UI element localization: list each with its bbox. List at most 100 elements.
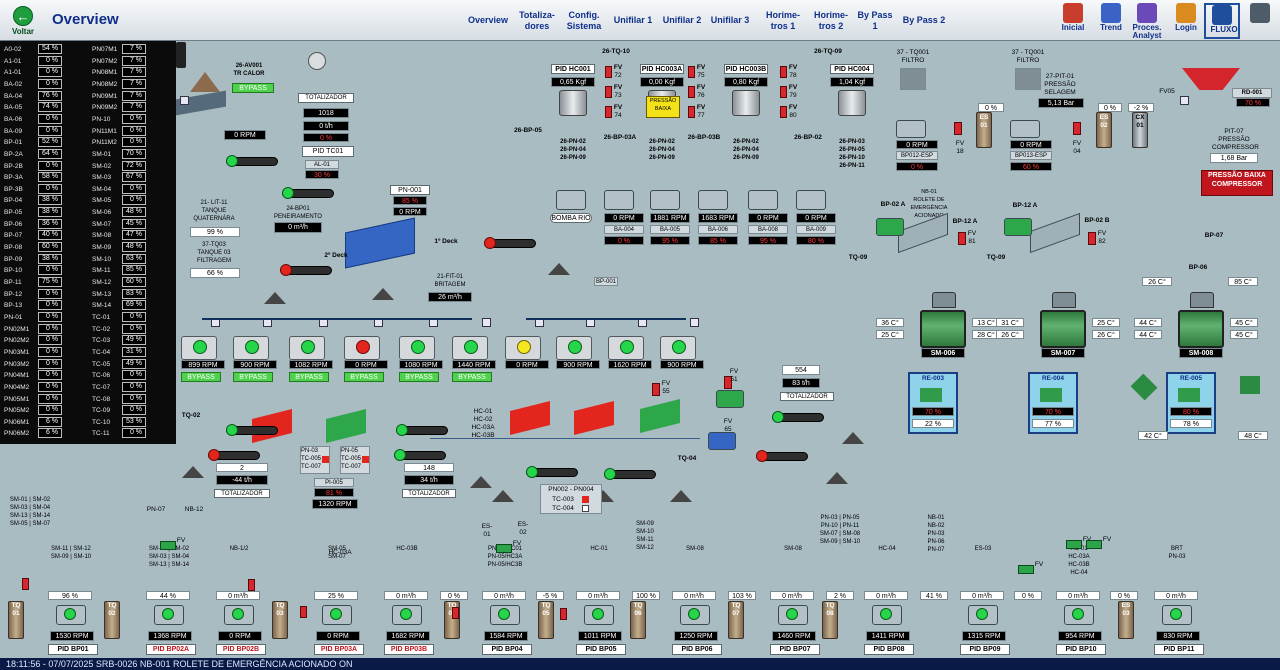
nav-2[interactable]: Totaliza- dores	[514, 0, 560, 41]
crusher-bypass-1[interactable]: BYPASS	[181, 372, 221, 382]
crusher-bypass-6[interactable]: BYPASS	[452, 372, 492, 382]
crusher-bypass-4[interactable]: BYPASS	[344, 372, 384, 382]
bp13-pump[interactable]	[1010, 120, 1040, 138]
pump-fv65[interactable]	[708, 432, 736, 450]
conveyor-f-motor[interactable]	[394, 449, 406, 461]
bomba-rio-button[interactable]: BOMBA RIO	[550, 213, 592, 223]
nav-8[interactable]: Horime- tros 2	[809, 0, 853, 41]
crusher-motor-8[interactable]	[568, 340, 582, 354]
nav-10[interactable]: By Pass 2	[902, 0, 946, 41]
fv55-valve[interactable]	[652, 383, 660, 396]
fv81-valve[interactable]	[958, 232, 966, 245]
hc-valve-9[interactable]	[780, 106, 787, 118]
av001-bypass[interactable]: BYPASS	[232, 83, 274, 93]
fan-icon-2[interactable]	[1130, 373, 1158, 401]
pump-2[interactable]	[650, 190, 680, 210]
bottom-red-valve-2[interactable]	[248, 579, 255, 591]
bp-pump-motor-6[interactable]	[498, 608, 510, 620]
bp-pid-button-2[interactable]: PID BP02A	[146, 644, 196, 655]
bottom-fv-valve-1[interactable]	[160, 541, 176, 550]
tool-trend-button[interactable]: Trend	[1093, 3, 1129, 39]
tool-analyst-button[interactable]: Proces. Analyst	[1129, 3, 1165, 40]
conveyor-g-motor[interactable]	[526, 466, 538, 478]
roller-pump-2[interactable]	[1004, 218, 1032, 236]
bp-pump-motor-12[interactable]	[1072, 608, 1084, 620]
hc-pid-button-1[interactable]: PID HC001	[551, 64, 595, 74]
hc-pid-button-4[interactable]: PID HC004	[830, 64, 874, 74]
conveyor-deck1-motor[interactable]	[484, 237, 496, 249]
bp-pump-motor-5[interactable]	[400, 608, 412, 620]
bottom-red-valve-3[interactable]	[300, 606, 307, 618]
alarm-status-bar[interactable]: 18:11:56 - 07/07/2025 SRB-0026 NB-001 RO…	[0, 658, 1280, 670]
tool-home-button[interactable]: Inicial	[1055, 3, 1091, 39]
bottom-red-valve-5[interactable]	[560, 608, 567, 620]
bottom-fv-valve-4[interactable]	[1086, 540, 1102, 549]
pump-5[interactable]	[796, 190, 826, 210]
crusher-motor-2[interactable]	[245, 340, 259, 354]
conveyor-d-motor[interactable]	[396, 424, 408, 436]
crusher-bypass-2[interactable]: BYPASS	[233, 372, 273, 382]
nav-6[interactable]: Unifilar 3	[709, 0, 751, 41]
bottom-red-valve-1[interactable]	[22, 578, 29, 590]
crusher-motor-5[interactable]	[411, 340, 425, 354]
bp-pid-button-13[interactable]: PID BP11	[1154, 644, 1204, 655]
crusher-big-4[interactable]	[574, 401, 614, 435]
hc-valve-2[interactable]	[605, 86, 612, 98]
hc-valve-4[interactable]	[688, 66, 695, 78]
crusher-bypass-3[interactable]: BYPASS	[289, 372, 329, 382]
pid-tc01-button[interactable]: PID TC01	[302, 146, 354, 157]
nav-4[interactable]: Unifilar 1	[612, 0, 654, 41]
bottom-fv-valve-2[interactable]	[496, 544, 512, 553]
bp-pump-motor-3[interactable]	[232, 608, 244, 620]
hc-pid-button-3[interactable]: PID HC003B	[724, 64, 768, 74]
conveyor-deck2-motor[interactable]	[280, 264, 292, 276]
pump-1[interactable]	[604, 190, 634, 210]
crusher-bypass-5[interactable]: BYPASS	[399, 372, 439, 382]
crusher-motor-6[interactable]	[464, 340, 478, 354]
crusher-motor-3[interactable]	[301, 340, 315, 354]
hc-valve-6[interactable]	[688, 106, 695, 118]
nav-1[interactable]: Overview	[466, 0, 510, 41]
nav-7[interactable]: Horime- tros 1	[761, 0, 805, 41]
conveyor-c-motor[interactable]	[226, 424, 238, 436]
nav-3[interactable]: Config. Sistema	[564, 0, 604, 41]
hc-valve-3[interactable]	[605, 106, 612, 118]
tool-flow-button[interactable]: FLUXO	[1204, 3, 1240, 39]
bp-pid-button-1[interactable]: PID BP01	[48, 644, 98, 655]
bp-pid-button-11[interactable]: PID BP09	[960, 644, 1010, 655]
speaker-icon[interactable]	[308, 52, 326, 70]
conveyor-2-motor[interactable]	[282, 187, 294, 199]
bp-pid-button-6[interactable]: PID BP04	[482, 644, 532, 655]
conveyor-h-motor[interactable]	[604, 468, 616, 480]
bp-pump-motor-1[interactable]	[64, 608, 76, 620]
pump-4[interactable]	[748, 190, 778, 210]
conveyor-e-motor[interactable]	[208, 449, 220, 461]
bottom-fv-valve-5[interactable]	[1018, 565, 1034, 574]
bp-pump-motor-4[interactable]	[330, 608, 342, 620]
fv04-valve[interactable]	[1073, 122, 1081, 135]
bp-pid-button-4[interactable]: PID BP03A	[314, 644, 364, 655]
compressor-alarm[interactable]: PRESSÃO BAIXA COMPRESSOR	[1201, 170, 1273, 196]
hc-pid-button-2[interactable]: PID HC003A	[640, 64, 684, 74]
crusher-motor-9[interactable]	[620, 340, 634, 354]
conveyor-83-motor[interactable]	[772, 411, 784, 423]
pump-rio[interactable]	[556, 190, 586, 210]
bp12-pump[interactable]	[896, 120, 926, 138]
bp-pid-button-3[interactable]: PID BP02B	[216, 644, 266, 655]
bottom-fv-valve-3[interactable]	[1066, 540, 1082, 549]
crusher-big-2[interactable]	[326, 409, 366, 443]
bp-pid-button-8[interactable]: PID BP06	[672, 644, 722, 655]
bp-pid-button-10[interactable]: PID BP08	[864, 644, 914, 655]
bp-pump-motor-10[interactable]	[880, 608, 892, 620]
crusher-big-5[interactable]	[640, 399, 680, 433]
conveyor-b-motor[interactable]	[756, 450, 768, 462]
nav-9[interactable]: By Pass 1	[855, 0, 895, 41]
crusher-big-3[interactable]	[510, 401, 550, 435]
bp-pump-motor-7[interactable]	[592, 608, 604, 620]
bp-pump-motor-11[interactable]	[976, 608, 988, 620]
fan-icon[interactable]	[1240, 376, 1260, 394]
pump-fv51[interactable]	[716, 390, 744, 408]
hc-valve-8[interactable]	[780, 86, 787, 98]
pump-3[interactable]	[698, 190, 728, 210]
crusher-motor-7[interactable]	[517, 340, 531, 354]
